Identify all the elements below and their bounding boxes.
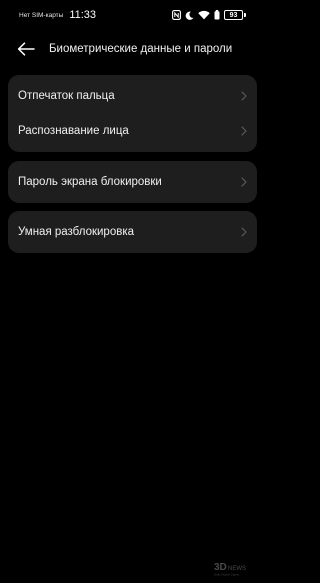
- lock-screen-password-item[interactable]: Пароль экрана блокировки: [8, 164, 257, 200]
- svg-text:Daily Digital Digest: Daily Digital Digest: [214, 573, 239, 577]
- chevron-right-icon: [241, 177, 247, 187]
- lock-screen-password-label: Пароль экрана блокировки: [18, 176, 162, 188]
- smart-unlock-label: Умная разблокировка: [18, 226, 135, 238]
- chevron-right-icon: [241, 227, 247, 237]
- arrow-left-icon: [17, 42, 35, 56]
- settings-group-lock-screen: Пароль экрана блокировки: [8, 161, 257, 203]
- settings-group-biometrics: Отпечаток пальца Распознавание лица: [8, 75, 257, 152]
- nfc-icon: [172, 10, 181, 20]
- battery-level: 93: [224, 10, 243, 20]
- face-recognition-item[interactable]: Распознавание лица: [8, 113, 257, 149]
- page-header: Биометрические данные и пароли: [15, 38, 255, 60]
- fingerprint-item[interactable]: Отпечаток пальца: [8, 78, 257, 114]
- svg-text:NEWS: NEWS: [228, 566, 246, 572]
- carrier-status: Нет SIM-карты: [19, 11, 64, 19]
- svg-text:3D: 3D: [214, 562, 227, 573]
- page-title: Биометрические данные и пароли: [49, 43, 233, 55]
- battery-tip: [244, 13, 246, 17]
- battery-icon: 93: [224, 10, 246, 20]
- back-button[interactable]: [15, 38, 37, 60]
- logo-3dnews: 3D NEWS Daily Digital Digest: [214, 562, 246, 577]
- smart-unlock-item[interactable]: Умная разблокировка: [8, 214, 257, 250]
- status-icons: 93: [172, 10, 246, 20]
- battery-saver-icon: [214, 10, 220, 20]
- status-time: 11:33: [69, 9, 97, 21]
- moon-icon: [185, 11, 194, 20]
- fingerprint-label: Отпечаток пальца: [18, 90, 115, 102]
- chevron-right-icon: [241, 91, 247, 101]
- wifi-icon: [198, 10, 210, 20]
- face-recognition-label: Распознавание лица: [18, 125, 129, 137]
- chevron-right-icon: [241, 126, 247, 136]
- watermark-logo: 3D NEWS Daily Digital Digest: [214, 561, 254, 577]
- status-bar: Нет SIM-карты 11:33 93: [19, 8, 246, 22]
- settings-group-smart-unlock: Умная разблокировка: [8, 211, 257, 253]
